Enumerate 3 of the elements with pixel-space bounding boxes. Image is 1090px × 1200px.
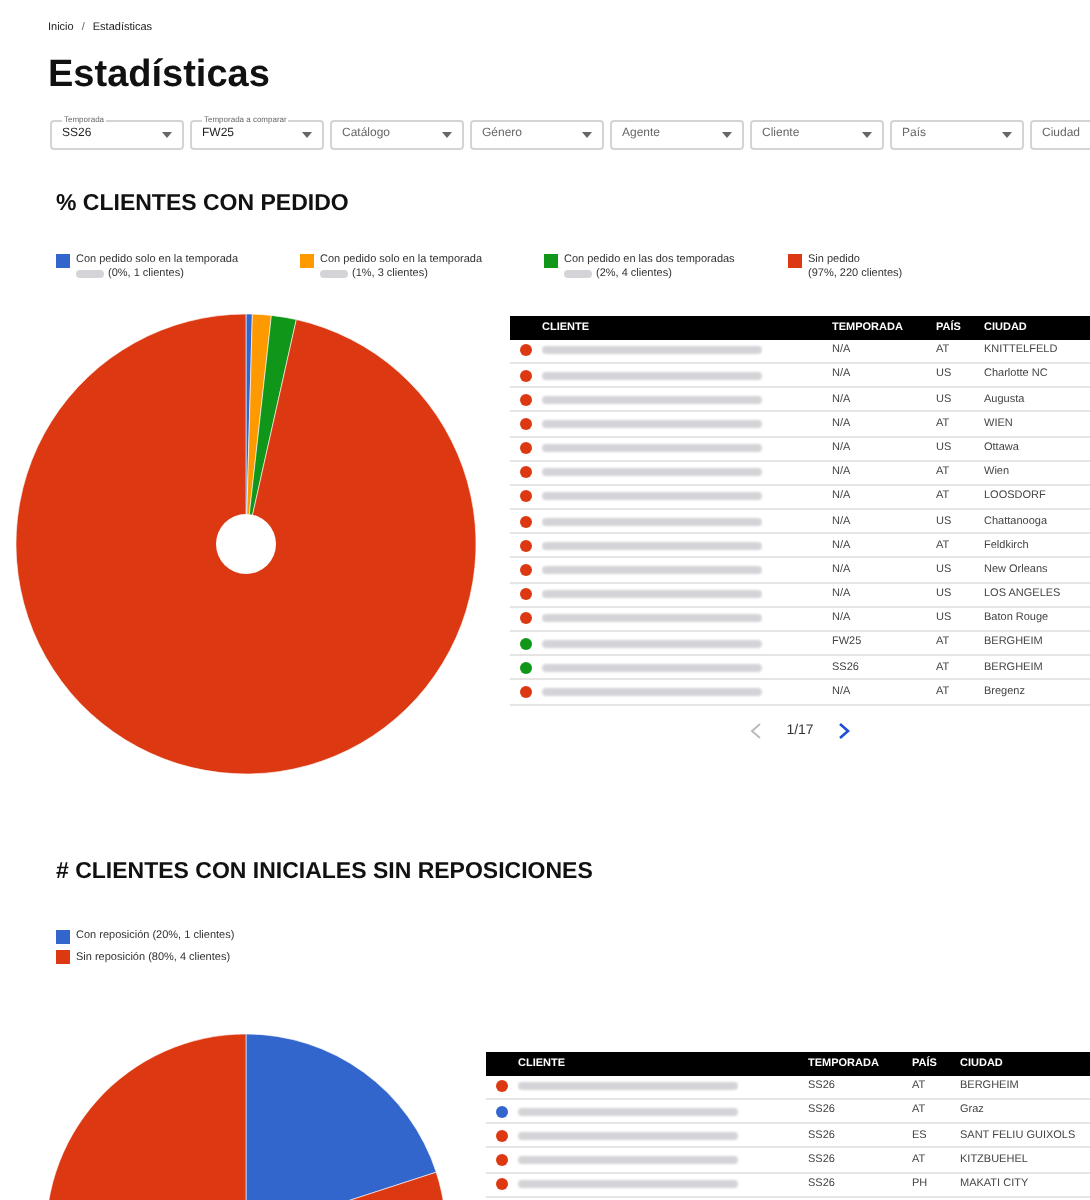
page-title: Estadísticas	[46, 56, 272, 95]
section-title: % CLIENTES CON PEDIDO	[54, 194, 351, 218]
section-title: # CLIENTES CON INICIALES SIN REPOSICIONES	[54, 861, 595, 885]
